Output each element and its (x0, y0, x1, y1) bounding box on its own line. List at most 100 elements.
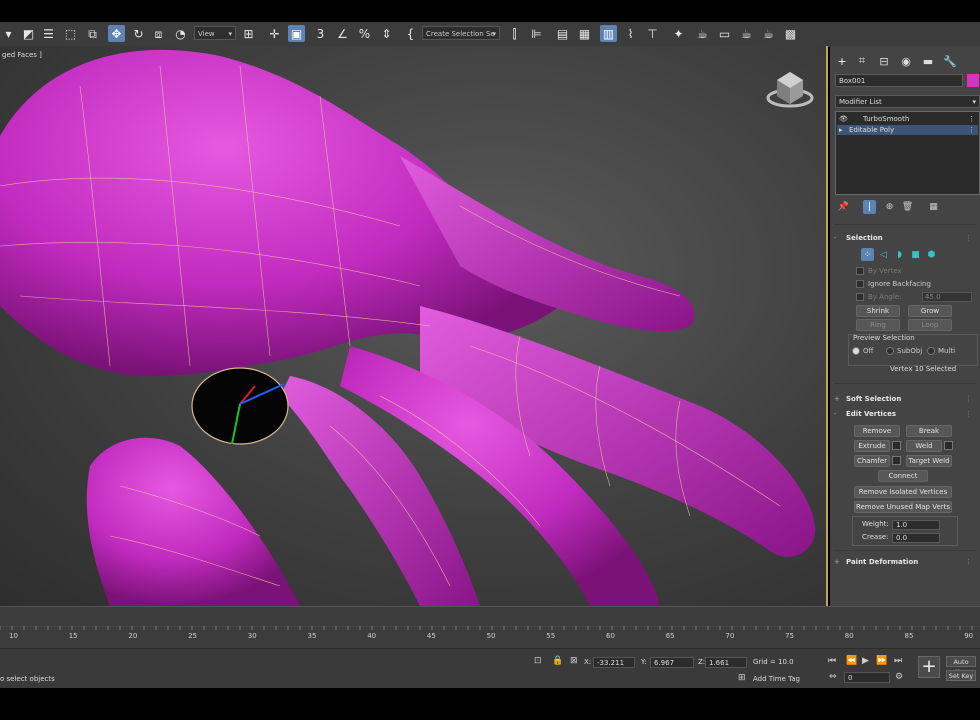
preview-subobj-radio[interactable]: SubObj (886, 346, 922, 356)
pivot-center-icon[interactable]: ⊞ (240, 25, 257, 42)
ring-button[interactable]: Ring (856, 319, 900, 331)
shrink-button[interactable]: Shrink (856, 305, 900, 317)
material-editor-icon[interactable]: ✦ (670, 25, 687, 42)
show-end-result-icon[interactable]: | (863, 200, 876, 214)
scale-icon[interactable]: ⧈ (150, 25, 167, 42)
named-selection-sets-dropdown[interactable]: Create Selection Se ▾ (422, 26, 500, 40)
create-tab-icon[interactable]: + (832, 52, 852, 70)
preview-multi-radio[interactable]: Multi (927, 346, 955, 356)
make-unique-icon[interactable]: ⊕ (883, 200, 896, 214)
render-iterative-icon[interactable]: ☕ (760, 25, 777, 42)
render-in-cloud-icon[interactable]: ▩ (782, 25, 799, 42)
remove-button[interactable]: Remove (854, 425, 900, 437)
isolate-selection-icon[interactable]: ⊡ (534, 656, 542, 666)
selection-lock-icon[interactable]: 🔒 (552, 656, 563, 666)
by-angle-spinner[interactable]: 45.0 (922, 292, 972, 302)
utilities-tab-icon[interactable]: 🔧 (940, 52, 960, 70)
layer-explorer-icon[interactable]: ▦ (576, 25, 593, 42)
extrude-settings-button[interactable] (892, 441, 901, 450)
spinner-snap-icon[interactable]: ⇕ (378, 25, 395, 42)
chamfer-settings-button[interactable] (892, 456, 901, 465)
crease-spinner[interactable]: 0.0 (892, 533, 940, 543)
rotate-icon[interactable]: ↻ (130, 25, 147, 42)
loop-button[interactable]: Loop (908, 319, 952, 331)
chamfer-button[interactable]: Chamfer (854, 455, 890, 467)
soft-selection-rollout-header[interactable]: + Soft Selection ⋮ (834, 393, 976, 405)
absolute-mode-icon[interactable]: ⊠ (570, 656, 578, 666)
percent-snap-icon[interactable]: % (356, 25, 373, 42)
rectangular-region-icon[interactable]: ⬚ (62, 25, 79, 42)
edit-vertices-rollout-header[interactable]: - Edit Vertices ⋮ (834, 408, 976, 420)
perspective-viewport[interactable]: ged Faces ] (0, 46, 828, 606)
timeline-ruler[interactable]: 10 15 20 25 30 35 40 45 50 55 60 65 70 75 80 85 90 (0, 626, 980, 646)
by-angle-checkbox[interactable]: By Angle: (856, 292, 901, 302)
align-icon[interactable]: ⊫ (528, 25, 545, 42)
current-frame-field[interactable]: 0 (844, 672, 890, 683)
time-tag-icon[interactable]: ⊞ (738, 673, 746, 683)
y-coordinate-field[interactable]: 6.967 (650, 657, 694, 668)
element-icon[interactable]: ⬢ (925, 248, 938, 261)
pin-stack-icon[interactable]: 📌 (837, 200, 850, 214)
next-frame-icon[interactable]: ⏩ (876, 656, 887, 666)
display-tab-icon[interactable]: ▬ (918, 52, 938, 70)
modifier-list-dropdown[interactable]: Modifier List ▾ (835, 95, 980, 108)
previous-frame-icon[interactable]: ⏪ (846, 656, 857, 666)
object-color-swatch[interactable] (967, 74, 979, 87)
border-icon[interactable]: ◗ (893, 248, 906, 261)
remove-unused-map-verts-button[interactable]: Remove Unused Map Verts (854, 501, 952, 513)
set-keys-icon[interactable]: + (918, 656, 940, 678)
motion-tab-icon[interactable]: ◉ (896, 52, 916, 70)
key-mode-icon[interactable]: ⇔ (829, 672, 837, 682)
eye-icon[interactable]: 👁 (839, 114, 848, 124)
go-to-start-icon[interactable]: ⏮ (828, 656, 836, 666)
rendered-frame-window-icon[interactable]: ▭ (716, 25, 733, 42)
configure-sets-icon[interactable]: ▦ (927, 200, 940, 214)
scene-explorer-icon[interactable]: ▤ (554, 25, 571, 42)
select-manipulate-icon[interactable]: ✛ (266, 25, 283, 42)
select-object-icon[interactable]: ◩ (20, 25, 37, 42)
x-coordinate-field[interactable]: -33.211 (593, 657, 635, 668)
set-key-button[interactable]: Set Key (946, 670, 976, 681)
schematic-view-icon[interactable]: ⊤ (644, 25, 661, 42)
stack-item-turbosmooth[interactable]: 👁 TurboSmooth ⋮ (837, 114, 978, 124)
keyboard-shortcut-override-icon[interactable]: ▣ (288, 25, 305, 42)
z-coordinate-field[interactable]: 1.661 (705, 657, 747, 668)
weld-settings-button[interactable] (944, 441, 953, 450)
remove-modifier-icon[interactable]: 🗑 (901, 200, 914, 214)
render-setup-icon[interactable]: ☕ (694, 25, 711, 42)
render-production-icon[interactable]: ☕ (738, 25, 755, 42)
edit-named-selection-icon[interactable]: { (402, 25, 419, 42)
expand-triangle-icon[interactable]: ▸ (839, 125, 843, 135)
add-time-tag-button[interactable]: Add Time Tag (753, 675, 800, 683)
weight-spinner[interactable]: 1.0 (892, 520, 940, 530)
remove-isolated-vertices-button[interactable]: Remove Isolated Vertices (854, 486, 952, 498)
reference-coordinate-dropdown[interactable]: View ▾ (194, 26, 236, 40)
select-by-name-icon[interactable]: ☰ (40, 25, 57, 42)
extrude-button[interactable]: Extrude (854, 440, 890, 452)
mirror-icon[interactable]: ⫿ (506, 25, 523, 42)
chevron-down-icon[interactable]: ▾ (0, 25, 17, 42)
move-icon[interactable]: ✥ (108, 25, 125, 42)
time-configuration-icon[interactable]: ⚙ (895, 672, 903, 682)
weld-button[interactable]: Weld (906, 440, 942, 452)
ignore-backfacing-checkbox[interactable]: Ignore Backfacing (856, 279, 931, 289)
selection-rollout-header[interactable]: - Selection ⋮ (834, 232, 976, 244)
vertex-icon[interactable]: ⁘ (861, 248, 874, 261)
paint-deformation-rollout-header[interactable]: + Paint Deformation ⋮ (834, 556, 976, 568)
polygon-icon[interactable]: ■ (909, 248, 922, 261)
snaps-toggle-icon[interactable]: 3 (312, 25, 329, 42)
hierarchy-tab-icon[interactable]: ⊟ (874, 52, 894, 70)
ribbon-toggle-icon[interactable]: ▥ (600, 25, 617, 42)
object-name-field[interactable]: Box001 (835, 74, 963, 87)
target-weld-button[interactable]: Target Weld (906, 455, 952, 467)
by-vertex-checkbox[interactable]: By Vertex (856, 266, 902, 276)
angle-snap-icon[interactable]: ∠ (334, 25, 351, 42)
window-crossing-icon[interactable]: ⧉ (84, 25, 101, 42)
break-button[interactable]: Break (906, 425, 952, 437)
modify-tab-icon[interactable]: ⌗ (852, 52, 872, 70)
viewcube-icon[interactable] (765, 66, 815, 110)
preview-off-radio[interactable]: Off (852, 346, 873, 356)
connect-button[interactable]: Connect (878, 470, 928, 482)
grow-button[interactable]: Grow (908, 305, 952, 317)
placement-icon[interactable]: ◔ (172, 25, 189, 42)
